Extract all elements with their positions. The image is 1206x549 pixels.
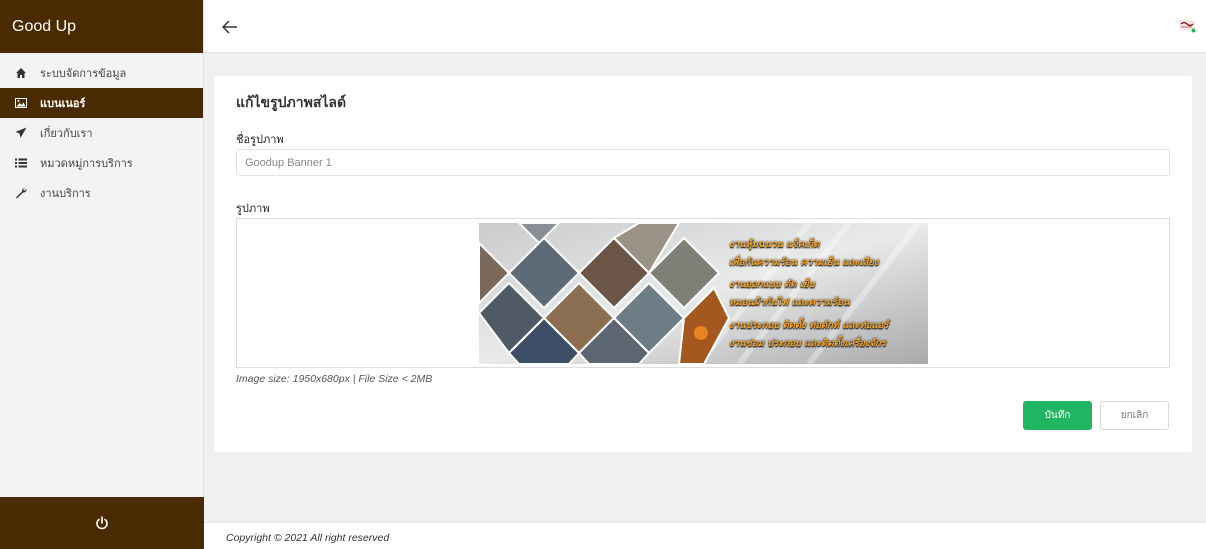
arrow-left-icon[interactable] xyxy=(222,20,238,34)
sidebar: Good Up ระบบจัดการข้อมูล แบนเนอร์ เกี่ยว… xyxy=(0,0,204,549)
image-label: รูปภาพ xyxy=(236,202,270,215)
image-size-hint: Image size: 1950x680px | File Size < 2MB xyxy=(236,373,433,385)
image-name-label: ชื่อรูปภาพ xyxy=(236,133,284,146)
copyright-text: Copyright © 2021 All right reserved xyxy=(226,532,390,544)
sidebar-item-label: แบนเนอร์ xyxy=(40,97,86,110)
paper-plane-icon xyxy=(14,126,28,140)
sidebar-item-label: หมวดหมู่การบริการ xyxy=(40,157,133,170)
banner-line: งานหุ้มฉนวน แจ็คเก็ต xyxy=(729,239,820,250)
cancel-button[interactable]: ยกเลิก xyxy=(1100,401,1169,430)
sidebar-item-data-management[interactable]: ระบบจัดการข้อมูล xyxy=(0,58,203,88)
edit-slide-card: แก้ไขรูปภาพสไลด์ ชื่อรูปภาพ รูปภาพ xyxy=(214,76,1192,452)
image-icon xyxy=(14,96,28,110)
sidebar-item-services[interactable]: งานบริการ xyxy=(0,178,203,208)
logout-button[interactable] xyxy=(0,497,204,549)
brand-title[interactable]: Good Up xyxy=(0,0,203,53)
sidebar-item-label: ระบบจัดการข้อมูล xyxy=(40,67,127,80)
sidebar-menu: ระบบจัดการข้อมูล แบนเนอร์ เกี่ยวกับเรา ห… xyxy=(0,53,203,208)
home-icon xyxy=(14,66,28,80)
sidebar-item-label: เกี่ยวกับเรา xyxy=(40,127,93,140)
banner-line: งานซ่อม ประกอบ และติดตั้งเครื่องจักร xyxy=(729,338,886,349)
goodup-logo-icon xyxy=(1179,20,1196,33)
sidebar-item-banner[interactable]: แบนเนอร์ xyxy=(0,88,203,118)
wrench-icon xyxy=(14,186,28,200)
sidebar-item-label: งานบริการ xyxy=(40,187,91,200)
topbar xyxy=(204,0,1206,53)
footer: Copyright © 2021 All right reserved xyxy=(204,522,1206,549)
sidebar-item-about[interactable]: เกี่ยวกับเรา xyxy=(0,118,203,148)
banner-line: งานประกอบ ติดตั้ง ท่อดักท์ และท่อแอร์ xyxy=(729,320,889,331)
banner-line: หมอนผ้ากันไฟ และความร้อน xyxy=(729,297,850,308)
sidebar-item-service-categories[interactable]: หมวดหมู่การบริการ xyxy=(0,148,203,178)
page-title: แก้ไขรูปภาพสไลด์ xyxy=(236,95,347,111)
image-name-input[interactable] xyxy=(236,149,1170,176)
power-icon xyxy=(96,516,108,530)
banner-line: งานออกแบบ ตัด เย็บ xyxy=(729,279,815,290)
image-upload-area[interactable]: งานหุ้มฉนวน แจ็คเก็ต เพื่อกันความร้อน คว… xyxy=(236,218,1170,368)
list-icon xyxy=(14,156,28,170)
banner-line: เพื่อกันความร้อน ความเย็น และเสียง xyxy=(729,257,879,268)
banner-preview-image: งานหุ้มฉนวน แจ็คเก็ต เพื่อกันความร้อน คว… xyxy=(479,223,928,364)
save-button[interactable]: บันทึก xyxy=(1023,401,1092,430)
